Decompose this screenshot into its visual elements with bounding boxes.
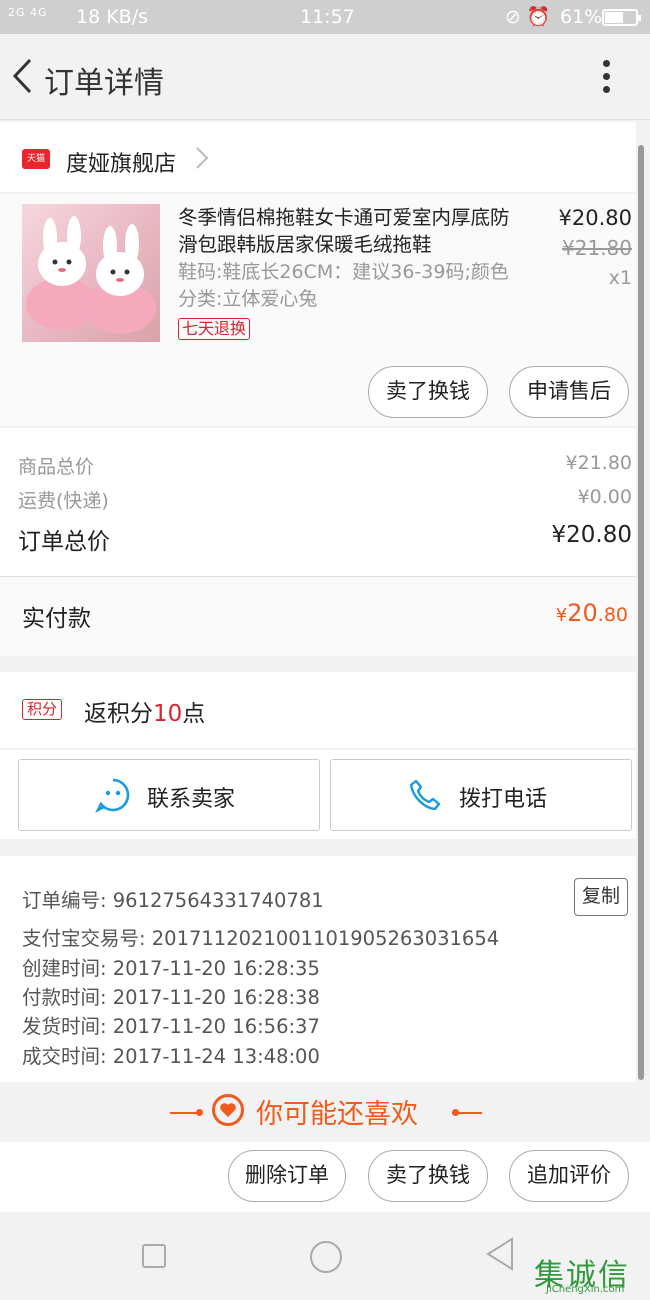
add-review-button[interactable]: 追加评价 (509, 1150, 629, 1202)
order-number: 订单编号: 96127564331740781 (22, 889, 324, 912)
points-text: 返积分10点 (84, 701, 206, 727)
goods-total-label: 商品总价 (18, 456, 95, 478)
shipping-label: 运费(快递) (18, 490, 109, 512)
product-title[interactable]: 冬季情侣棉拖鞋女卡通可爱室内厚底防滑包跟韩版居家保暖毛绒拖鞋 (178, 204, 518, 258)
tmall-logo-icon: 天猫 (22, 149, 50, 169)
goods-total-value: ¥21.80 (565, 452, 632, 474)
store-row[interactable]: 天猫 度娅旗舰店 (0, 122, 636, 192)
points-badge: 积分 (22, 699, 63, 720)
clock: 11:57 (300, 6, 355, 28)
recent-apps-icon[interactable] (142, 1244, 166, 1268)
completed-time: 成交时间: 2017-11-24 13:48:00 (22, 1045, 320, 1068)
product-sku: 鞋码:鞋底长26CM：建议36-39码;颜色分类:立体爱心兔 (178, 261, 509, 310)
chat-bubble-icon (95, 778, 130, 813)
signal-indicator: 2G 4G (8, 6, 48, 19)
points-value: 10 (153, 701, 183, 727)
paid-time: 付款时间: 2017-11-20 16:28:38 (22, 986, 320, 1009)
after-sale-button[interactable]: 申请售后 (509, 366, 629, 418)
contact-seller-label: 联系卖家 (147, 787, 236, 812)
paid-value: ¥20.80 (555, 599, 628, 627)
sell-for-cash-button[interactable]: 卖了换钱 (368, 366, 488, 418)
created-time: 创建时间: 2017-11-20 16:28:35 (22, 957, 320, 980)
status-bar: 2G 4G 18 KB/s 11:57 ⊘⏰ 61% (0, 0, 650, 34)
order-total-value: ¥20.80 (551, 522, 632, 548)
recommend-title: 你可能还喜欢 (256, 1099, 418, 1130)
battery-icon (602, 9, 641, 26)
home-icon[interactable] (310, 1241, 342, 1273)
product-original-price: ¥21.80 (562, 236, 632, 260)
battery-percent: 61% (560, 6, 603, 28)
paid-amount-row: 实付款 ¥20.80 (0, 576, 636, 656)
dot-left (196, 1109, 203, 1116)
points-row: 积分 返积分10点 (0, 672, 636, 748)
bottom-action-bar: 删除订单 卖了换钱 追加评价 (0, 1142, 650, 1212)
product-image[interactable] (22, 204, 160, 342)
order-info: 订单编号: 96127564331740781 复制 支付宝交易号: 20171… (0, 856, 636, 1082)
scrollbar[interactable] (638, 145, 644, 1080)
back-triangle-icon[interactable] (484, 1236, 516, 1272)
chevron-right-icon (196, 147, 209, 169)
store-name[interactable]: 度娅旗舰店 (66, 146, 176, 178)
order-total-label: 订单总价 (18, 529, 110, 555)
delete-order-button[interactable]: 删除订单 (228, 1150, 346, 1202)
call-phone-label: 拨打电话 (459, 787, 548, 812)
product-item[interactable]: 冬季情侣棉拖鞋女卡通可爱室内厚底防滑包跟韩版居家保暖毛绒拖鞋 鞋码:鞋底长26C… (0, 194, 636, 426)
paid-label: 实付款 (22, 606, 91, 632)
recommend-header: 你可能还喜欢 (0, 1084, 650, 1140)
product-quantity: x1 (608, 267, 632, 289)
contact-seller-button[interactable]: 联系卖家 (18, 759, 320, 831)
sell-for-cash-bottom-button[interactable]: 卖了换钱 (368, 1150, 488, 1202)
page-title: 订单详情 (44, 66, 164, 101)
copy-button[interactable]: 复制 (574, 878, 628, 916)
alipay-transaction-number: 支付宝交易号: 2017112021001101905263031654 (22, 927, 500, 950)
watermark-logo: 集诚信 JiChengXin.com (534, 1258, 630, 1295)
more-options-icon[interactable] (596, 60, 616, 96)
product-price: ¥20.80 (558, 206, 632, 230)
phone-icon (409, 779, 441, 811)
return-policy-badge: 七天退换 (178, 318, 251, 340)
lock-alarm-icon: ⊘⏰ (505, 6, 557, 28)
call-phone-button[interactable]: 拨打电话 (330, 759, 632, 831)
back-arrow-icon[interactable] (10, 56, 36, 96)
dot-right (452, 1109, 459, 1116)
app-header: 订单详情 (0, 34, 650, 120)
shipped-time: 发货时间: 2017-11-20 16:56:37 (22, 1015, 320, 1038)
heart-icon (212, 1094, 244, 1126)
shipping-value: ¥0.00 (577, 486, 632, 508)
network-speed: 18 KB/s (76, 6, 149, 28)
contact-buttons: 联系卖家 拨打电话 (0, 749, 636, 839)
price-summary: 商品总价 ¥21.80 运费(快递) ¥0.00 订单总价 ¥20.80 (0, 428, 636, 576)
